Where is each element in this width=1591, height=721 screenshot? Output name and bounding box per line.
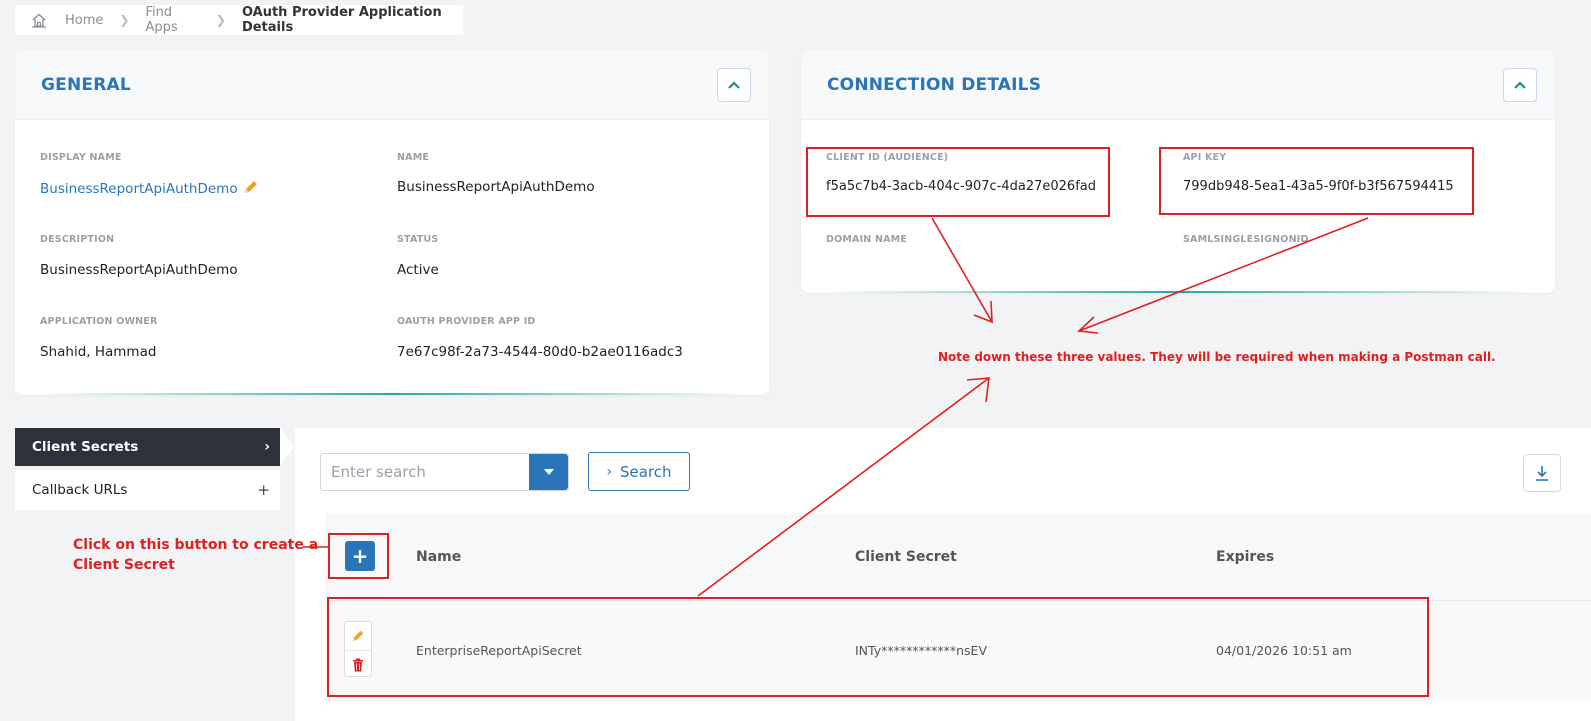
download-button[interactable] — [1523, 454, 1561, 492]
chevron-up-icon — [1514, 81, 1526, 89]
breadcrumb-home[interactable]: Home — [65, 13, 103, 28]
status-label: STATUS — [397, 234, 439, 245]
column-header-client-secret[interactable]: Client Secret — [855, 549, 957, 565]
plus-icon: + — [257, 481, 270, 499]
domain-name-label: DOMAIN NAME — [826, 234, 908, 245]
row-expires: 04/01/2026 10:51 am — [1216, 643, 1352, 658]
general-card-header: GENERAL — [15, 50, 769, 120]
table-row: EnterpriseReportApiSecret INTy**********… — [325, 601, 1591, 701]
status-value: Active — [397, 262, 439, 278]
breadcrumb-find-apps[interactable]: Find Apps — [145, 5, 199, 35]
client-id-value: f5a5c7b4-3acb-404c-907c-4da27e026fad — [826, 179, 1096, 194]
search-button-label: Search — [620, 462, 672, 481]
tab-client-secrets[interactable]: Client Secrets › — [15, 428, 280, 466]
pencil-icon — [352, 630, 364, 642]
search-input[interactable] — [321, 454, 529, 490]
delete-button[interactable] — [345, 650, 371, 678]
annotation-note-button-line1: Click on this button to create a — [73, 537, 319, 553]
arrowhead — [966, 377, 990, 403]
connection-card-header: CONNECTION DETAILS — [801, 50, 1555, 120]
tab-pointer — [280, 428, 294, 466]
client-secrets-panel: › Search + Name Client Secret Expires En… — [295, 428, 1591, 721]
api-key-label: API KEY — [1183, 152, 1227, 163]
download-icon — [1536, 466, 1548, 481]
chevron-right-icon: ❯ — [119, 13, 130, 27]
search-box — [320, 453, 569, 491]
row-actions — [344, 621, 372, 677]
app-id-label: OAUTH PROVIDER APP ID — [397, 316, 536, 327]
collapse-button[interactable] — [717, 68, 751, 102]
display-name-label: DISPLAY NAME — [40, 152, 122, 163]
client-id-label: CLIENT ID (AUDIENCE) — [826, 152, 949, 163]
edit-pencil-icon[interactable] — [243, 179, 259, 199]
connection-title: CONNECTION DETAILS — [827, 74, 1042, 95]
general-title: GENERAL — [41, 74, 131, 95]
column-header-name[interactable]: Name — [416, 549, 461, 565]
collapse-button[interactable] — [1503, 68, 1537, 102]
column-header-expires[interactable]: Expires — [1216, 549, 1274, 565]
card-divider — [35, 393, 749, 395]
trash-icon — [353, 658, 363, 671]
row-name: EnterpriseReportApiSecret — [416, 643, 582, 658]
search-dropdown-button[interactable] — [529, 454, 568, 490]
description-value: BusinessReportApiAuthDemo — [40, 262, 238, 278]
breadcrumb-current: OAuth Provider Application Details — [241, 5, 442, 35]
description-label: DESCRIPTION — [40, 234, 115, 245]
row-client-secret: INTy************nsEV — [855, 643, 988, 658]
tab-callback-urls[interactable]: Callback URLs + — [15, 470, 280, 510]
tab-client-secrets-label: Client Secrets — [32, 439, 139, 455]
annotation-note-button: Click on this button to create a Client … — [73, 535, 318, 575]
tab-callback-urls-label: Callback URLs — [32, 482, 128, 498]
arrowhead — [973, 300, 993, 324]
general-card: GENERAL DISPLAY NAME BusinessReportApiAu… — [15, 50, 769, 395]
display-name-value[interactable]: BusinessReportApiAuthDemo — [40, 179, 259, 199]
search-button[interactable]: › Search — [588, 452, 690, 491]
caret-down-icon — [543, 469, 554, 475]
name-value: BusinessReportApiAuthDemo — [397, 179, 595, 195]
owner-value: Shahid, Hammad — [40, 344, 157, 360]
chevron-right-icon: › — [606, 463, 613, 480]
chevron-up-icon — [728, 81, 740, 89]
name-label: NAME — [397, 152, 430, 163]
display-name-text[interactable]: BusinessReportApiAuthDemo — [40, 181, 238, 197]
table-header: + Name Client Secret Expires — [325, 513, 1591, 601]
owner-label: APPLICATION OWNER — [40, 316, 158, 327]
annotation-note-values: Note down these three values. They will … — [938, 350, 1496, 364]
chevron-right-icon: › — [264, 439, 270, 455]
annotation-note-button-line2: Client Secret — [73, 557, 175, 573]
app-id-value: 7e67c98f-2a73-4544-80d0-b2ae0116adc3 — [397, 344, 683, 360]
chevron-right-icon: ❯ — [215, 13, 226, 27]
api-key-value: 799db948-5ea1-43a5-9f0f-b3f567594415 — [1183, 179, 1454, 194]
card-divider — [821, 291, 1535, 293]
home-icon[interactable] — [31, 12, 47, 28]
breadcrumb: Home ❯ Find Apps ❯ OAuth Provider Applic… — [15, 5, 463, 35]
saml-label: SAMLSINGLESIGNONID — [1183, 234, 1309, 245]
connection-card: CONNECTION DETAILS CLIENT ID (AUDIENCE) … — [801, 50, 1555, 293]
plus-icon: + — [351, 544, 369, 568]
edit-button[interactable] — [345, 622, 371, 650]
add-client-secret-button[interactable]: + — [345, 541, 375, 571]
arrowhead — [1077, 316, 1099, 334]
